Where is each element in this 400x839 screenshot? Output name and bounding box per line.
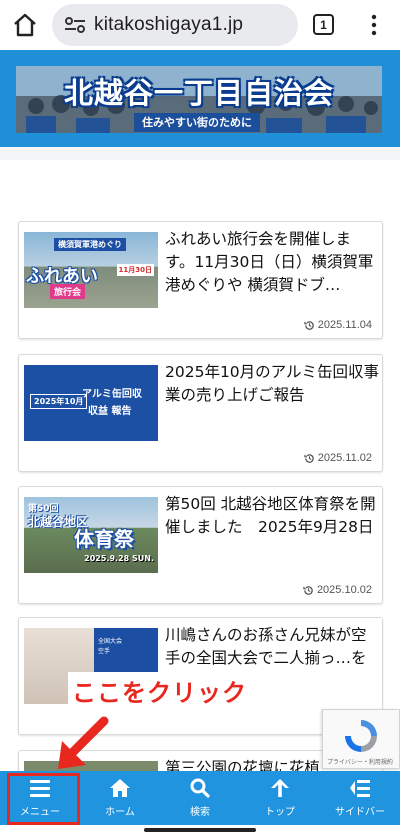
site-tagline: 住みやすい街のために	[134, 113, 260, 132]
thumb-line2: 収益 報告	[88, 406, 132, 417]
nav-label: 検索	[190, 807, 210, 818]
recaptcha-text[interactable]: プライバシー・利用規約	[327, 757, 393, 766]
nav-search-button[interactable]: 検索	[160, 771, 240, 825]
thumb-heading: 体育祭	[74, 527, 134, 551]
article-title[interactable]: ふれあい旅行会を開催します。11月30日（日）横須賀軍港めぐりや 横須賀ドブ…	[165, 228, 379, 297]
article-card[interactable]: 横須賀軍港めぐり ふれあい 旅行会 11月30日 ふれあい旅行会を開催します。1…	[18, 221, 383, 339]
thumb-tag: 旅行会	[50, 284, 86, 299]
site-settings-icon[interactable]	[64, 16, 86, 34]
home-icon	[110, 779, 130, 797]
article-thumbnail: 2025年10月 アルミ缶回収 収益 報告	[24, 365, 158, 441]
update-clock-icon	[303, 585, 313, 595]
article-title[interactable]: 第50回 北越谷地区体育祭を開催しました 2025年9月28日	[165, 493, 379, 539]
gesture-handle[interactable]	[144, 828, 256, 832]
site-title: 北越谷一丁目自治会	[63, 76, 334, 110]
tab-switcher-button[interactable]: 1	[313, 14, 334, 35]
address-bar[interactable]: kitakoshigaya1.jp	[52, 4, 298, 46]
nav-sidebar-button[interactable]: サイドバー	[320, 771, 400, 825]
sidebar-icon	[350, 780, 370, 797]
thumb-date: 11月30日	[116, 264, 154, 276]
nav-label: ホーム	[105, 807, 135, 818]
nav-top-button[interactable]: トップ	[240, 771, 320, 825]
update-clock-icon	[304, 320, 314, 330]
article-title[interactable]: 2025年10月のアルミ缶回収事業の売り上げご報告	[165, 361, 379, 407]
nav-label: トップ	[265, 807, 295, 818]
article-card[interactable]: 2025年10月 アルミ缶回収 収益 報告 2025年10月のアルミ缶回収事業の…	[18, 354, 383, 472]
search-icon	[190, 778, 210, 798]
article-card[interactable]: 第50回 北越谷地区 体育祭 2025.9.28 SUN. 第50回 北越谷地区…	[18, 486, 383, 604]
article-date: 2025.11.04	[304, 319, 372, 331]
thumb-line1: 全国大会	[98, 638, 123, 645]
click-here-callout: ここをクリック	[68, 672, 251, 709]
nav-home-button[interactable]: ホーム	[80, 771, 160, 825]
browser-toolbar: kitakoshigaya1.jp 1	[0, 0, 400, 50]
update-clock-icon	[304, 453, 314, 463]
recaptcha-icon	[345, 720, 377, 752]
article-date: 2025.10.02	[303, 584, 372, 596]
pointer-arrow-icon	[58, 716, 109, 769]
date-text: 2025.10.02	[316, 584, 372, 596]
arrow-up-icon	[271, 779, 289, 797]
thumb-line1: アルミ缶回収	[82, 389, 142, 400]
thumb-line2: 空手	[98, 648, 111, 655]
date-text: 2025.11.02	[317, 452, 372, 464]
date-text: 2025.11.04	[317, 319, 372, 331]
home-icon[interactable]	[12, 12, 38, 38]
thumb-date: 2025.9.28 SUN.	[84, 554, 154, 563]
site-banner[interactable]: 北越谷一丁目自治会 住みやすい街のために	[16, 66, 382, 133]
menu-highlight-box	[7, 773, 80, 825]
article-thumbnail: 横須賀軍港めぐり ふれあい 旅行会 11月30日	[24, 232, 158, 308]
thumb-label: 横須賀軍港めぐり	[54, 238, 126, 251]
recaptcha-badge[interactable]: プライバシー・利用規約	[322, 709, 400, 769]
article-date: 2025.11.02	[304, 452, 372, 464]
more-options-icon[interactable]	[368, 13, 380, 37]
url-text: kitakoshigaya1.jp	[94, 14, 244, 35]
nav-label: サイドバー	[335, 807, 385, 818]
thumb-year: 2025年10月	[30, 394, 88, 409]
article-thumbnail: 第50回 北越谷地区 体育祭 2025.9.28 SUN.	[24, 497, 158, 573]
